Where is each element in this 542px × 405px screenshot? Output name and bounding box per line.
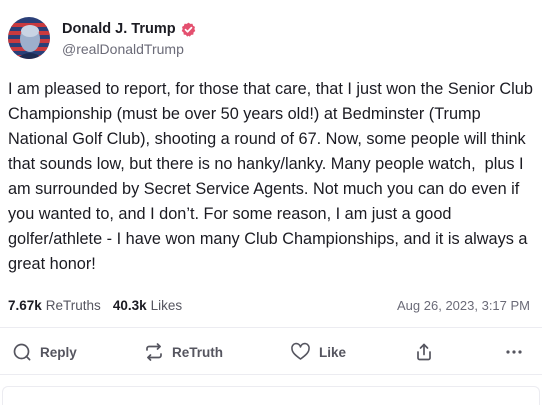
verified-badge-icon bbox=[181, 22, 196, 37]
likes-label: Likes bbox=[150, 297, 183, 313]
divider bbox=[0, 374, 542, 375]
heart-icon bbox=[290, 342, 311, 362]
like-label: Like bbox=[319, 344, 347, 360]
reply-button[interactable]: Reply bbox=[12, 338, 77, 366]
post-text: I am pleased to report, for those that c… bbox=[8, 80, 538, 273]
share-upload-icon bbox=[414, 342, 434, 362]
author-display-name[interactable]: Donald J. Trump bbox=[62, 21, 176, 37]
post-header: Donald J. Trump @realDonaldTrump bbox=[8, 14, 196, 62]
retruth-label: ReTruth bbox=[172, 344, 224, 360]
author-info: Donald J. Trump @realDonaldTrump bbox=[62, 19, 196, 57]
retruths-label: ReTruths bbox=[45, 297, 101, 313]
share-button[interactable] bbox=[414, 338, 434, 366]
retruths-count: 7.67k bbox=[8, 297, 42, 313]
avatar[interactable] bbox=[8, 17, 50, 59]
retruths-stat[interactable]: 7.67k ReTruths bbox=[8, 298, 101, 313]
retruth-button[interactable]: ReTruth bbox=[144, 338, 223, 366]
author-name-row: Donald J. Trump bbox=[62, 19, 196, 39]
like-button[interactable]: Like bbox=[290, 338, 346, 366]
next-post-card bbox=[2, 386, 540, 405]
likes-stat[interactable]: 40.3k Likes bbox=[113, 298, 182, 313]
reply-label: Reply bbox=[40, 344, 77, 360]
speech-bubble-icon bbox=[12, 342, 32, 362]
likes-count: 40.3k bbox=[112, 297, 147, 313]
action-bar: Reply ReTruth Like bbox=[0, 338, 542, 366]
repost-arrows-icon bbox=[144, 342, 164, 362]
truth-post: Donald J. Trump @realDonaldTrump I am pl… bbox=[0, 0, 542, 405]
post-stats: 7.67k ReTruths 40.3k Likes Aug 26, 2023, 3… bbox=[8, 295, 530, 315]
divider bbox=[0, 327, 542, 328]
author-handle[interactable]: @realDonaldTrump bbox=[62, 41, 196, 57]
ellipsis-icon bbox=[504, 342, 524, 362]
post-timestamp[interactable]: Aug 26, 2023, 3:17 PM bbox=[397, 298, 530, 313]
more-options-button[interactable] bbox=[504, 338, 524, 366]
